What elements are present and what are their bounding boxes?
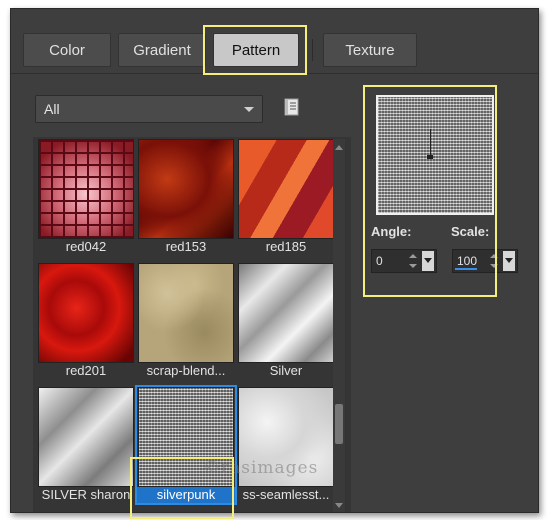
pattern-thumbnail [238,263,334,363]
pattern-item-red185[interactable]: red185 [237,139,335,255]
tab-pattern[interactable]: Pattern [213,33,299,67]
angle-needle-tip [427,155,433,159]
pattern-item-silver[interactable]: Silver [237,263,335,379]
angle-needle [430,129,431,157]
tab-texture[interactable]: Texture [323,33,417,67]
pattern-gallery: red042 red153 red185 red201 scrap-blend.… [33,137,351,512]
tab-gradient[interactable]: Gradient [118,33,206,67]
angle-stepper-icon[interactable] [408,252,418,270]
book-icon[interactable] [283,98,301,116]
gallery-scrollbar[interactable] [333,139,345,512]
pattern-label: red201 [65,363,107,378]
scroll-down-icon[interactable] [335,503,343,508]
pattern-item-red201[interactable]: red201 [37,263,135,379]
pattern-item-red042[interactable]: red042 [37,139,135,255]
angle-dropdown-button[interactable] [422,251,434,271]
scale-dropdown-button[interactable] [503,251,515,271]
pattern-label: red153 [165,239,207,254]
pattern-thumbnail [238,139,334,239]
pattern-thumbnail [138,139,234,239]
scale-spinbox[interactable]: 100 [452,249,518,273]
pattern-label: SILVER sharon [41,487,131,502]
scale-value: 100 [457,254,478,268]
material-properties-dialog: Color Gradient Pattern Texture All red04… [10,8,539,519]
scale-stepper-icon[interactable] [489,252,499,270]
pattern-preview[interactable] [376,95,494,215]
angle-spinbox[interactable]: 0 [371,249,437,273]
pattern-thumbnail [138,263,234,363]
tab-separator [312,39,313,61]
pattern-thumbnail [38,139,134,239]
angle-label: Angle: [371,224,412,239]
scrollbar-thumb[interactable] [335,404,343,444]
pattern-label: ss-seamlesst... [242,487,330,502]
pattern-label: red042 [65,239,107,254]
pattern-thumbnail [38,263,134,363]
pattern-item-red153[interactable]: red153 [137,139,235,255]
tab-bar: Color Gradient Pattern Texture [11,9,538,74]
pattern-label: silverpunk [137,487,235,503]
watermark: ©rasimages [203,458,319,478]
scale-focus-underline [455,268,477,270]
pattern-item-ss-seamless[interactable]: ss-seamlesst... [237,387,335,503]
scale-label: Scale: [451,224,490,239]
pattern-category-value: All [44,101,60,117]
scroll-up-icon[interactable] [335,145,343,150]
pattern-label: scrap-blend... [146,363,226,378]
pattern-label: Silver [269,363,303,378]
pattern-item-scrap-blend[interactable]: scrap-blend... [137,263,235,379]
pattern-item-silver-sharon[interactable]: SILVER sharon [37,387,135,503]
pattern-label: red185 [265,239,307,254]
pattern-category-select[interactable]: All [35,95,263,123]
chevron-down-icon [244,107,254,112]
angle-value: 0 [376,254,383,268]
pattern-thumbnail [38,387,134,487]
tab-color[interactable]: Color [23,33,111,67]
pattern-item-silverpunk[interactable]: silverpunk [135,385,237,505]
